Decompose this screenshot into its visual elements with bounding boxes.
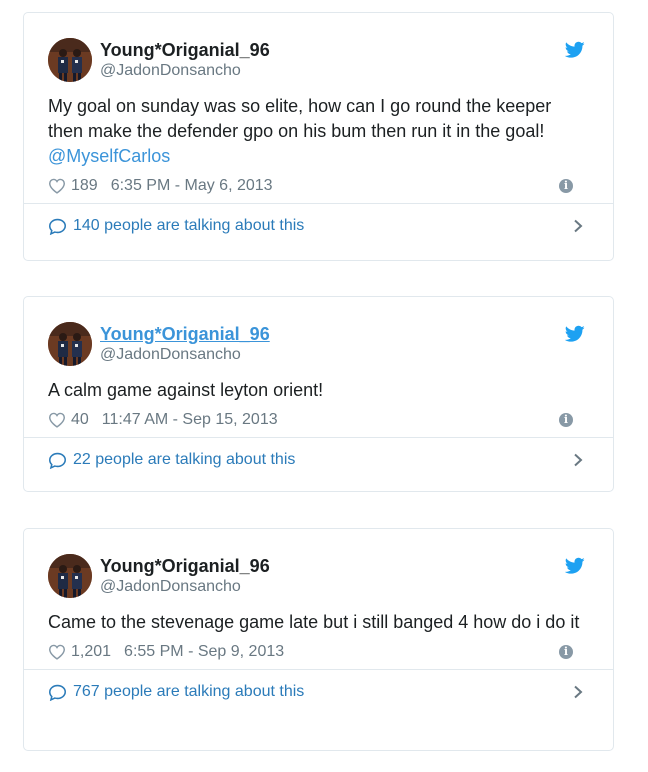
tweet-text: My goal on sunday was so elite, how can … <box>48 81 591 169</box>
tweet-text-content: Came to the stevenage game late but i st… <box>48 612 580 632</box>
avatar[interactable] <box>48 38 92 82</box>
tweet-body: Young*Origanial_96 @JadonDonsancho A cal… <box>24 297 613 437</box>
like-count: 189 <box>71 177 98 194</box>
tweet-text-content: A calm game against leyton orient! <box>48 380 324 400</box>
avatar[interactable] <box>48 322 92 366</box>
tweet-meta: 40 11:47 AM - Sep 15, 2013 i <box>48 403 591 437</box>
twitter-bird-icon[interactable] <box>565 325 585 343</box>
screen-name[interactable]: @JadonDonsancho <box>100 345 270 365</box>
twitter-bird-icon[interactable] <box>565 557 585 575</box>
tweet-meta: 189 6:35 PM - May 6, 2013 i <box>48 169 591 203</box>
display-name[interactable]: Young*Origanial_96 <box>100 39 270 61</box>
like-count: 40 <box>71 411 89 428</box>
info-icon[interactable]: i <box>559 645 573 659</box>
author-names: Young*Origanial_96 @JadonDonsancho <box>100 555 270 597</box>
twitter-bird-icon[interactable] <box>565 41 585 59</box>
talking-link[interactable]: 140 people are talking about this <box>24 203 613 248</box>
tweet-header: Young*Origanial_96 @JadonDonsancho <box>48 297 591 366</box>
like-count: 1,201 <box>71 643 112 660</box>
talking-label: 140 people are talking about this <box>73 217 305 234</box>
tweet-header: Young*Origanial_96 @JadonDonsancho <box>48 13 591 82</box>
display-name[interactable]: Young*Origanial_96 <box>100 323 270 345</box>
tweet-meta: 1,201 6:55 PM - Sep 9, 2013 i <box>48 635 591 669</box>
tweet-card: Young*Origanial_96 @JadonDonsancho My go… <box>23 12 614 261</box>
author-names: Young*Origanial_96 @JadonDonsancho <box>100 39 270 81</box>
tweet-text: A calm game against leyton orient! <box>48 365 591 403</box>
speech-bubble-icon <box>48 218 67 235</box>
tweet-body: Young*Origanial_96 @JadonDonsancho My go… <box>24 13 613 203</box>
talking-link[interactable]: 767 people are talking about this <box>24 669 613 714</box>
info-icon[interactable]: i <box>559 179 573 193</box>
talking-label: 22 people are talking about this <box>73 451 296 468</box>
chevron-right-icon[interactable] <box>571 685 585 699</box>
tweet-timestamp[interactable]: 6:55 PM - Sep 9, 2013 <box>124 643 284 661</box>
heart-icon[interactable] <box>48 644 66 660</box>
heart-icon[interactable] <box>48 178 66 194</box>
chevron-right-icon[interactable] <box>571 219 585 233</box>
info-icon[interactable]: i <box>559 413 573 427</box>
talking-link[interactable]: 22 people are talking about this <box>24 437 613 482</box>
tweet-card: Young*Origanial_96 @JadonDonsancho A cal… <box>23 296 614 492</box>
tweet-body: Young*Origanial_96 @JadonDonsancho Came … <box>24 529 613 669</box>
tweet-card: Young*Origanial_96 @JadonDonsancho Came … <box>23 528 614 751</box>
speech-bubble-icon <box>48 452 67 469</box>
tweet-text-content: My goal on sunday was so elite, how can … <box>48 96 552 141</box>
author-names: Young*Origanial_96 @JadonDonsancho <box>100 323 270 365</box>
tweet-header: Young*Origanial_96 @JadonDonsancho <box>48 529 591 598</box>
chevron-right-icon[interactable] <box>571 453 585 467</box>
tweet-timestamp[interactable]: 6:35 PM - May 6, 2013 <box>111 177 273 195</box>
tweet-text: Came to the stevenage game late but i st… <box>48 597 591 635</box>
mention-link[interactable]: @MyselfCarlos <box>48 146 170 166</box>
tweet-timestamp[interactable]: 11:47 AM - Sep 15, 2013 <box>102 411 278 429</box>
screen-name[interactable]: @JadonDonsancho <box>100 577 270 597</box>
heart-icon[interactable] <box>48 412 66 428</box>
display-name[interactable]: Young*Origanial_96 <box>100 555 270 577</box>
talking-label: 767 people are talking about this <box>73 683 305 700</box>
avatar[interactable] <box>48 554 92 598</box>
screen-name[interactable]: @JadonDonsancho <box>100 61 270 81</box>
speech-bubble-icon <box>48 684 67 701</box>
